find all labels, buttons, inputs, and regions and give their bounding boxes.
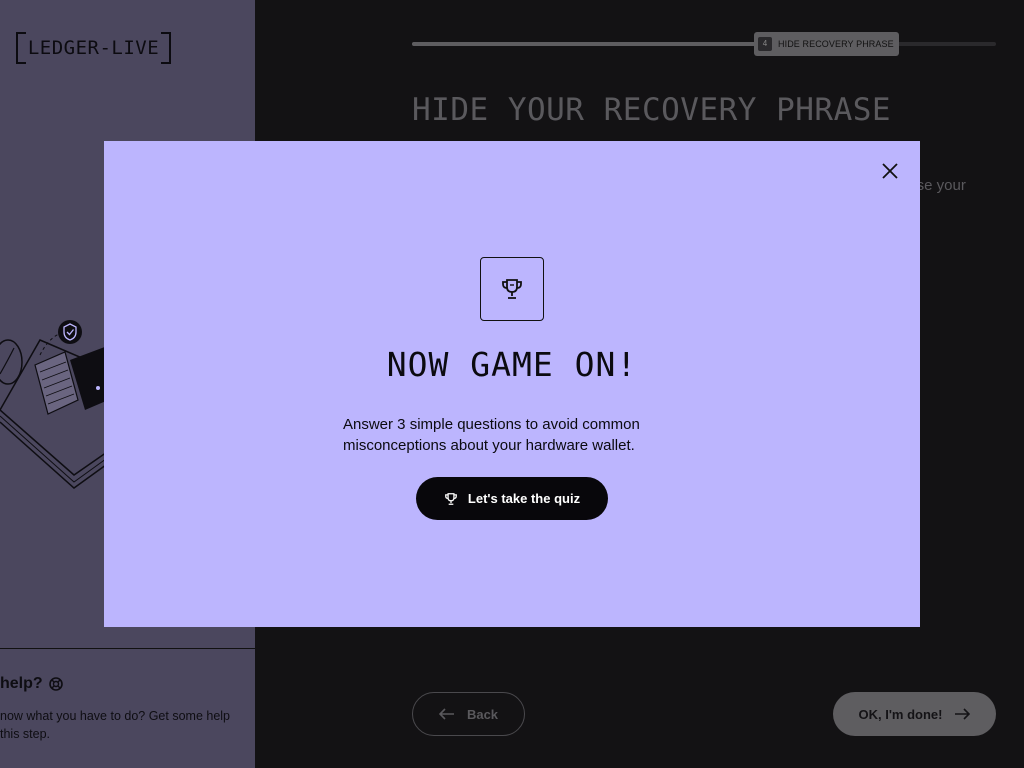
step-number: 4: [758, 37, 772, 51]
take-quiz-label: Let's take the quiz: [467, 491, 581, 506]
done-button-label: OK, I'm done!: [858, 706, 943, 722]
quiz-modal: NOW GAME ON! Answer 3 simple questions t…: [104, 141, 920, 627]
back-button-label: Back: [466, 706, 499, 722]
back-button[interactable]: Back: [412, 692, 525, 736]
step-progress-bar: [412, 42, 996, 46]
current-step-badge: 4 HIDE RECOVERY PHRASE: [754, 32, 899, 56]
arrow-left-icon: [438, 708, 454, 720]
page-title: HIDE YOUR RECOVERY PHRASE: [412, 92, 892, 128]
ledger-live-logo: LEDGER-LIVE: [16, 32, 171, 64]
trophy-badge: [480, 257, 544, 321]
modal-title: NOW GAME ON!: [386, 345, 638, 384]
help-heading: help?: [0, 675, 63, 693]
trophy-icon: [502, 279, 522, 299]
sidebar-divider: [0, 648, 255, 649]
help-title-text: help?: [0, 675, 43, 692]
help-description: now what you have to do? Get some help t…: [0, 709, 231, 741]
app-root: LEDGER-LIVE help? now what you have to d…: [0, 0, 1024, 768]
done-button[interactable]: OK, I'm done!: [833, 692, 996, 736]
close-modal-button[interactable]: [876, 157, 904, 185]
help-icon: [48, 677, 63, 691]
recovery-book-illustration: [0, 320, 120, 489]
arrow-right-icon: [955, 708, 971, 720]
step-label: HIDE RECOVERY PHRASE: [778, 39, 894, 49]
close-icon: [882, 163, 898, 179]
step-progress-fill: [412, 42, 763, 46]
modal-description: Answer 3 simple questions to avoid commo…: [343, 416, 640, 454]
logo-text: LEDGER-LIVE: [27, 37, 160, 59]
trophy-icon: [445, 492, 457, 505]
take-quiz-button[interactable]: Let's take the quiz: [416, 477, 608, 520]
